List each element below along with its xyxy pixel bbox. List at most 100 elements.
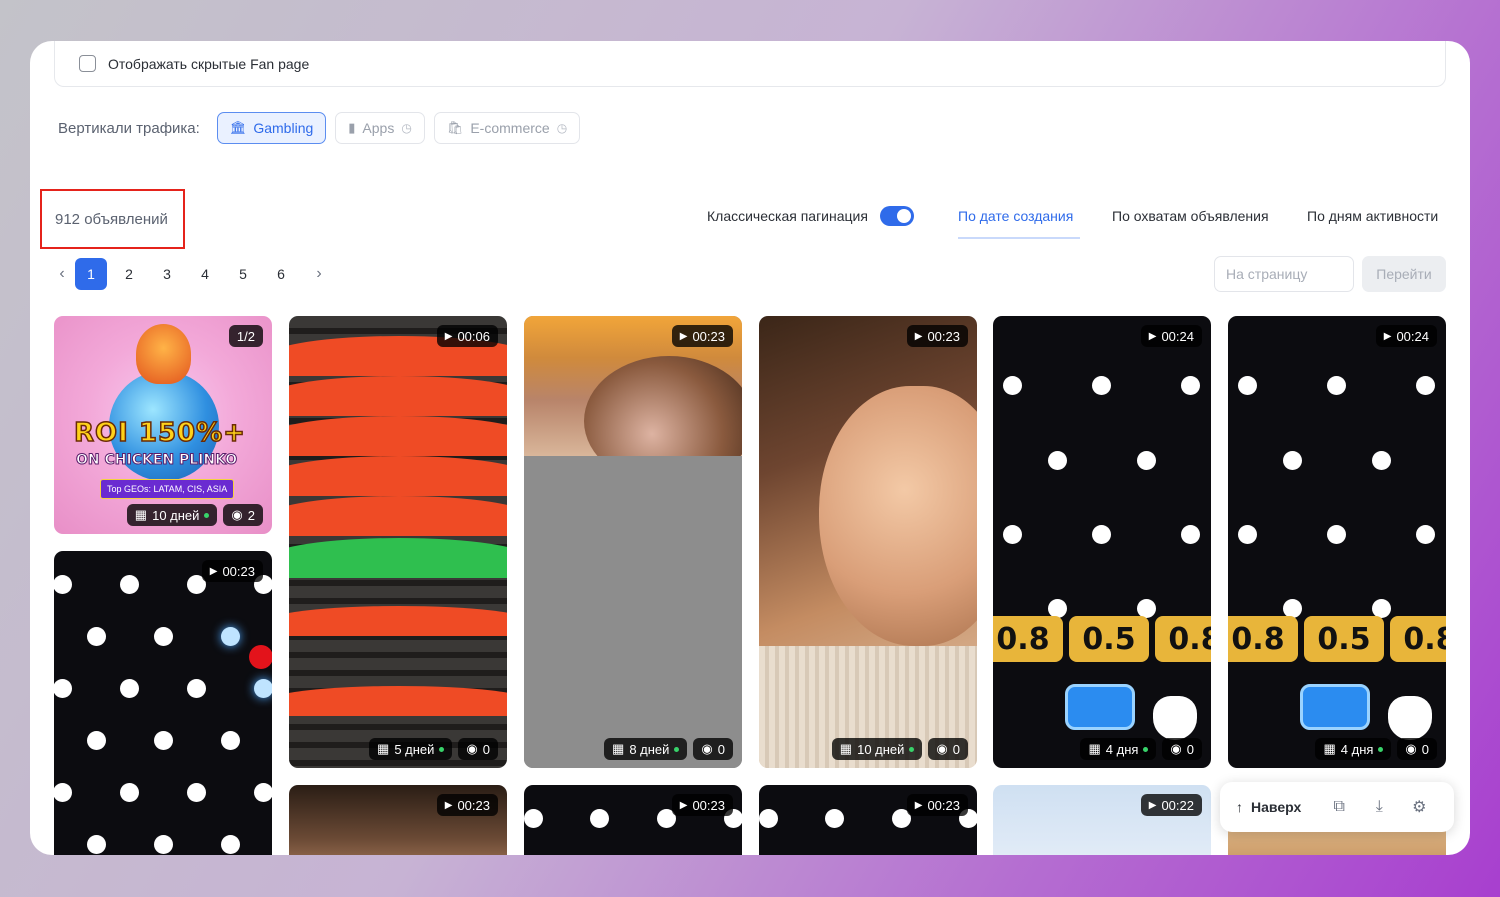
calendar-icon: ▦ [1323,741,1336,756]
ad-card[interactable]: ▶ 00:23 [524,785,742,855]
card-stats: ▦ 10 дней ◉ 0 [831,738,968,760]
vertical-chip-gambling[interactable]: 🏛 Gambling [216,112,327,144]
active-dot [909,746,915,752]
views-count: 0 [1186,741,1194,757]
page-5[interactable]: 5 [224,258,262,290]
duration: 00:22 [1161,797,1194,813]
days-badge: ▦ 5 дней [369,738,453,760]
ad-card[interactable]: ▶ 00:23 [54,551,272,855]
eye-icon: ◉ [1170,741,1182,756]
page-2[interactable]: 2 [110,258,148,290]
card-stats: ▦ 10 дней ◉ 2 [126,504,263,526]
card-stats: ▦ 8 дней ◉ 0 [604,738,733,760]
ad-card[interactable]: ▶ 00:23 ▦ 10 дней ◉ 0 [759,316,977,768]
ad-card[interactable]: ROI 150%+ ON CHICKEN PLINKO Top GEOs: LA… [54,316,272,534]
views-count: 0 [717,741,725,757]
ad-card[interactable]: 0.8 0.5 0.8 ▶00:24 ▦4 дня ◉0 [993,316,1211,768]
shopping-bag-icon: 🛍 [446,120,464,135]
multiplier: 0.8 [1390,616,1446,662]
game-button-illustration [1300,684,1370,730]
page-4[interactable]: 4 [186,258,224,290]
switch-knob [896,209,911,223]
show-hidden-checkbox[interactable] [79,55,96,72]
active-dot [439,746,445,752]
vertical-chip-ecommerce[interactable]: 🛍 E-commerce ◷ [433,112,581,144]
traffic-verticals: Вертикали трафика: 🏛 Gambling ▮ Apps ◷ 🛍… [58,112,581,144]
page-1[interactable]: 1 [75,258,107,290]
views-badge: ◉ 0 [1162,738,1202,760]
duration: 00:23 [692,797,725,813]
duration-badge: ▶ 00:23 [906,794,968,816]
ad-card[interactable]: ▶ 00:06 ▦ 5 дней ◉ 0 [289,316,507,768]
duration-badge: ▶ 00:24 [1140,325,1202,347]
multiplier: 0.8 [1155,616,1211,662]
days-label: 8 дней [629,741,670,757]
copy-icon[interactable]: ⧉ [1323,791,1355,823]
duration: 00:23 [927,328,960,344]
play-icon: ▶ [679,799,688,811]
ad-card[interactable]: ▶ 00:23 [759,785,977,855]
card-stats: ▦ 4 дня ◉ 0 [1080,738,1202,760]
show-hidden-label: Отображать скрытые Fan page [108,55,310,72]
promo-headline: ROI 150%+ [73,417,246,449]
duration-badge: ▶ 00:23 [671,325,733,347]
vertical-chip-apps[interactable]: ▮ Apps ◷ [335,112,425,144]
calendar-icon: ▦ [1088,741,1101,756]
scroll-to-top-label: Наверх [1251,799,1302,815]
slide-counter: 1/2 [236,328,255,344]
duration: 00:23 [692,328,725,344]
ad-card[interactable]: ▶ 00:23 [289,785,507,855]
settings-icon[interactable]: ⚙ [1403,791,1435,823]
ad-card[interactable]: ▶ 00:22 [993,785,1211,855]
play-icon: ▶ [1148,799,1157,811]
eye-icon: ◉ [1405,741,1417,756]
views-badge: ◉ 0 [693,738,733,760]
calendar-icon: ▦ [612,741,625,756]
play-icon: ▶ [1148,330,1157,342]
next-page-icon[interactable]: › [300,258,338,290]
ad-card[interactable]: ▶ 00:23 ▦ 8 дней ◉ 0 [524,316,742,768]
multiplier-row: 0.8 0.5 0.8 [1228,616,1446,662]
days-badge: ▦ 10 дней [831,738,923,760]
vertical-chip-label: Gambling [253,120,314,136]
sort-tab-underline [958,237,1080,239]
views-badge: ◉ 0 [928,738,968,760]
page-number-input[interactable]: На страницу [1214,256,1354,292]
verticals-caption: Вертикали трафика: [58,119,200,137]
play-icon: ▶ [444,799,453,811]
go-to-page-button[interactable]: Перейти [1362,256,1446,292]
vertical-chip-label: Apps [362,120,395,136]
scroll-to-top-button[interactable]: ↑ Наверх [1236,799,1301,815]
clock-icon: ◷ [556,121,568,135]
prev-page-icon[interactable]: ‹ [52,258,72,290]
days-label: 10 дней [857,741,905,757]
arrow-up-icon: ↑ [1236,799,1243,815]
sort-tab-by-active-days[interactable]: По дням активности [1307,208,1438,224]
bank-icon: 🏛 [229,120,247,135]
download-icon[interactable]: ⤓ [1363,791,1395,823]
filters-panel: Отображать скрытые Fan page [54,41,1446,87]
views-badge: ◉ 2 [223,504,263,526]
video-thumbnail: 0.8 0.5 0.8 [993,316,1211,768]
multiplier-row: 0.8 0.5 0.8 [993,616,1211,662]
classic-pagination-switch[interactable] [879,206,914,226]
video-thumbnail [54,551,272,855]
app-window: Отображать скрытые Fan page Вертикали тр… [30,41,1470,855]
pagination: ‹ 1 2 3 4 5 6 › [52,258,338,290]
eye-icon: ◉ [231,507,243,522]
sort-tab-by-reach[interactable]: По охватам объявления [1112,208,1269,224]
promo-subline: ON CHICKEN PLINKO [75,452,238,469]
play-icon: ▶ [679,330,688,342]
page-6[interactable]: 6 [262,258,300,290]
sort-tab-by-date[interactable]: По дате создания [958,208,1073,224]
ad-card[interactable]: 0.8 0.5 0.8 ▶00:24 ▦4 дня ◉0 [1228,316,1446,768]
results-count: 912 объявлений [40,189,185,249]
days-label: 4 дня [1105,741,1139,757]
eye-icon: ◉ [701,741,713,756]
page-3[interactable]: 3 [148,258,186,290]
classic-pagination-toggle: Классическая пагинация [707,206,914,226]
duration: 00:23 [457,797,490,813]
clock-icon: ◷ [401,121,412,135]
play-icon: ▶ [914,330,923,342]
duration-badge: ▶ 00:22 [1140,794,1202,816]
